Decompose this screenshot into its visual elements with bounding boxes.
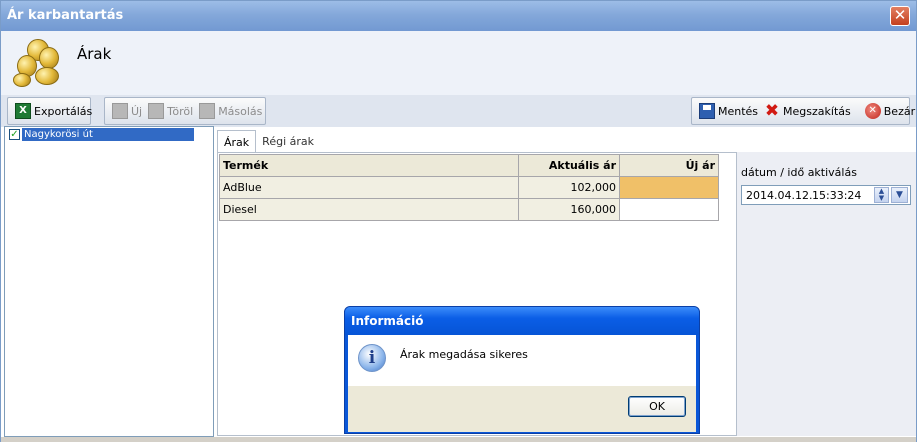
delete-button[interactable]: Töröl (145, 100, 196, 122)
export-group: X Exportálás (7, 97, 92, 125)
close-button[interactable]: ✕ Bezár (862, 100, 917, 122)
copy-icon (199, 103, 216, 119)
new-label: Új (131, 104, 143, 118)
copy-button[interactable]: Másolás (196, 100, 265, 122)
main-window: Ár karbantartás ✕ Árak X Exportálás Új T… (0, 0, 917, 442)
dialog-message: Árak megadása sikeres (400, 348, 528, 361)
info-dialog: Információ i Árak megadása sikeres OK (344, 306, 700, 434)
tree-item[interactable]: ✓ Nagykorösi út (9, 128, 194, 141)
edit-group: Új Töröl Másolás (104, 97, 266, 125)
tab-prices[interactable]: Árak (217, 130, 257, 153)
tab-old-prices[interactable]: Régi árak (256, 130, 320, 153)
activation-panel: dátum / idő aktiválás 2014.04.12. 15:33:… (737, 152, 916, 436)
column-header-current-price[interactable]: Aktuális ár (518, 154, 620, 177)
window-close-button[interactable]: ✕ (890, 6, 910, 26)
add-icon (112, 103, 128, 119)
time-value[interactable]: 15:33:24 (812, 189, 872, 202)
cell-new-price[interactable] (619, 198, 719, 221)
cell-product[interactable]: Diesel (219, 198, 519, 221)
close-label: Bezár (883, 104, 916, 118)
page-header: Árak (1, 31, 916, 95)
date-value[interactable]: 2014.04.12. (746, 189, 812, 202)
close-icon: ✕ (864, 103, 881, 119)
grid-header-row: Termék Aktuális ár Új ár (219, 154, 719, 177)
toolbar: X Exportálás Új Töröl Másolás Mentés ✖ M… (1, 95, 916, 127)
save-icon (699, 103, 715, 119)
new-button[interactable]: Új (109, 100, 145, 122)
cell-current-price[interactable]: 160,000 (518, 198, 620, 221)
delete-label: Töröl (167, 104, 194, 118)
dialog-title: Információ (351, 314, 424, 328)
datetime-picker[interactable]: 2014.04.12. 15:33:24 ▲ ▼ ▼ (741, 185, 911, 205)
info-icon: i (358, 344, 386, 372)
save-label: Mentés (718, 104, 759, 118)
page-title: Árak (77, 45, 112, 63)
activation-label: dátum / idő aktiválás (741, 166, 857, 179)
dialog-title-bar: Információ (345, 307, 699, 335)
copy-label: Másolás (218, 104, 263, 118)
coins-icon (11, 37, 65, 91)
checkbox-checked-icon[interactable]: ✓ (9, 129, 20, 140)
table-row[interactable]: AdBlue 102,000 (219, 176, 719, 199)
cell-current-price[interactable]: 102,000 (518, 176, 620, 199)
window-bottom-edge (1, 437, 916, 442)
dialog-body: i Árak megadása sikeres (348, 335, 696, 386)
ok-button[interactable]: OK (628, 396, 686, 417)
column-header-product[interactable]: Termék (219, 154, 519, 177)
tree-item-label: Nagykorösi út (22, 128, 194, 141)
delete-icon (148, 103, 165, 119)
excel-icon: X (15, 103, 31, 119)
export-button[interactable]: X Exportálás (12, 100, 95, 122)
cancel-icon: ✖ (764, 101, 780, 121)
export-label: Exportálás (34, 104, 93, 118)
save-button[interactable]: Mentés (696, 100, 761, 122)
cancel-label: Megszakítás (783, 104, 851, 118)
spinner-icon[interactable]: ▲ ▼ (874, 187, 889, 203)
cell-new-price[interactable] (619, 176, 719, 199)
prices-grid: Termék Aktuális ár Új ár AdBlue 102,000 … (219, 154, 719, 221)
title-bar: Ár karbantartás ✕ (1, 1, 916, 31)
table-row[interactable]: Diesel 160,000 (219, 198, 719, 221)
cell-product[interactable]: AdBlue (219, 176, 519, 199)
location-tree: ✓ Nagykorösi út (4, 126, 214, 437)
column-header-new-price[interactable]: Új ár (619, 154, 719, 177)
chevron-down-icon[interactable]: ▼ (891, 187, 908, 203)
cancel-button[interactable]: ✖ Megszakítás (761, 100, 854, 122)
tab-strip: Árak Régi árak (217, 130, 320, 153)
action-group: Mentés ✖ Megszakítás ✕ Bezár (691, 97, 915, 125)
dialog-footer: OK (348, 386, 696, 432)
window-title: Ár karbantartás (7, 8, 124, 23)
